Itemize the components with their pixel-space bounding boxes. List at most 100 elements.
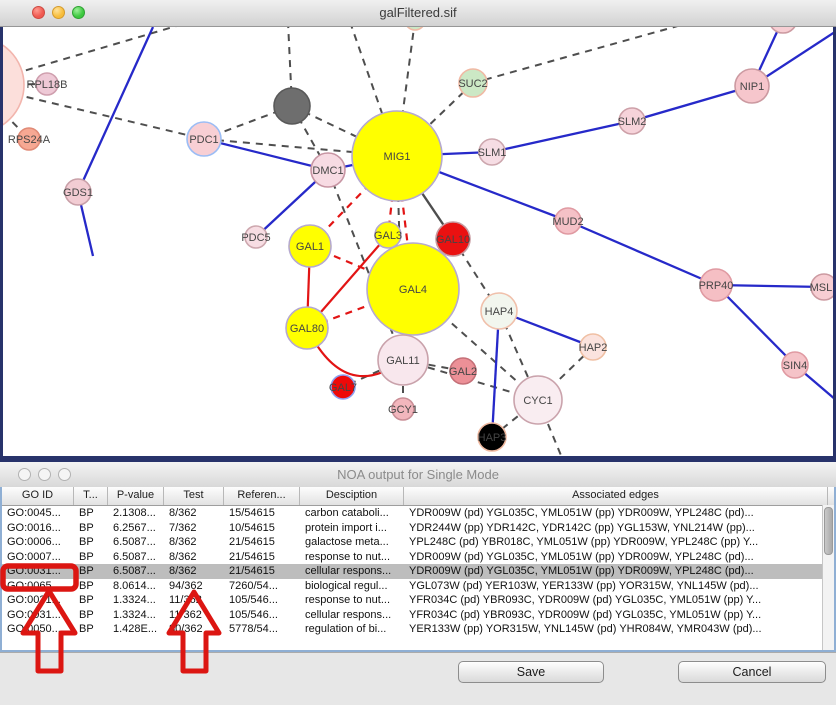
table-cell: carbon cataboli...: [300, 506, 404, 521]
table-cell: 7/362: [164, 521, 224, 536]
graph-node-label: RPL18B: [27, 79, 68, 91]
column-header-desciption[interactable]: Desciption: [300, 487, 404, 505]
table-cell: BP: [74, 521, 108, 536]
table-cell: GO:0031...: [2, 564, 74, 579]
network-window-title: galFiltered.sif: [379, 5, 456, 20]
save-button[interactable]: Save: [458, 661, 604, 683]
table-row[interactable]: GO:0031...BP1.3324...11/362105/546...cel…: [2, 608, 834, 623]
graph-node-label: PRP40: [699, 280, 734, 292]
cancel-button[interactable]: Cancel: [678, 661, 826, 683]
column-header-go-id[interactable]: GO ID: [2, 487, 74, 505]
column-header-p-value[interactable]: P-value: [108, 487, 164, 505]
graph-node-label: GAL1: [296, 241, 324, 253]
table-cell: 8/362: [164, 535, 224, 550]
table-cell: response to nut...: [300, 593, 404, 608]
zoom-button[interactable]: [72, 6, 85, 19]
table-cell: BP: [74, 564, 108, 579]
table-cell: GO:0016...: [2, 521, 74, 536]
graph-node-label: GAL3: [374, 230, 402, 242]
column-header-referen[interactable]: Referen...: [224, 487, 300, 505]
table-cell: 1.3324...: [108, 608, 164, 623]
table-cell: YDR009W (pd) YGL035C, YML051W (pp) YDR00…: [404, 506, 828, 521]
graph-node-label: DMC1: [312, 165, 343, 177]
table-row[interactable]: GO:0045...BP2.1308...8/36215/54615carbon…: [2, 506, 834, 521]
graph-node-label: GAL2: [449, 366, 477, 378]
table-cell: response to nut...: [300, 550, 404, 565]
table-cell: YDR009W (pd) YGL035C, YML051W (pp) YDR00…: [404, 564, 828, 579]
graph-edge: [492, 121, 632, 152]
table-cell: GO:0031...: [2, 608, 74, 623]
table-cell: 94/362: [164, 579, 224, 594]
table-cell: 105/546...: [224, 593, 300, 608]
table-row[interactable]: GO:0016...BP6.2567...7/36210/54615protei…: [2, 521, 834, 536]
graph-node-label: MUD2: [552, 216, 583, 228]
minimize-button-inactive[interactable]: [38, 468, 51, 481]
column-header-associated-edges[interactable]: Associated edges: [404, 487, 828, 505]
table-cell: YFR034C (pd) YBR093C, YDR009W (pd) YGL03…: [404, 608, 828, 623]
noa-window-titlebar[interactable]: NOA output for Single Mode: [0, 462, 836, 488]
table-cell: YFR034C (pd) YBR093C, YDR009W (pd) YGL03…: [404, 593, 828, 608]
table-cell: 21/54615: [224, 535, 300, 550]
table-cell: 21/54615: [224, 564, 300, 579]
table-cell: YDR009W (pd) YGL035C, YML051W (pp) YDR00…: [404, 550, 828, 565]
table-body: GO:0045...BP2.1308...8/36215/54615carbon…: [2, 506, 834, 637]
scrollbar-thumb[interactable]: [824, 507, 833, 555]
graph-node-label: HAP2: [579, 342, 608, 354]
table-row[interactable]: GO:0031...BP1.3324...11/362105/546...res…: [2, 593, 834, 608]
table-cell: YDR244W (pp) YDR142C, YDR142C (pp) YGL15…: [404, 521, 828, 536]
table-row[interactable]: GO:0007...BP6.5087...8/36221/54615respon…: [2, 550, 834, 565]
table-cell: biological regul...: [300, 579, 404, 594]
graph-edge: [0, 27, 190, 85]
table-cell: galactose meta...: [300, 535, 404, 550]
table-cell: 6.5087...: [108, 550, 164, 565]
table-cell: GO:0050...: [2, 622, 74, 637]
table-cell: YER133W (pp) YOR315W, YNL145W (pd) YHR08…: [404, 622, 828, 637]
table-cell: BP: [74, 593, 108, 608]
table-row[interactable]: GO:0006...BP6.5087...8/36221/54615galact…: [2, 535, 834, 550]
graph-edge: [473, 27, 692, 83]
graph-node-label: SUC2: [458, 78, 487, 90]
table-cell: 2.1308...: [108, 506, 164, 521]
table-cell: 7260/54...: [224, 579, 300, 594]
table-cell: 1.3324...: [108, 593, 164, 608]
graph-node-label: SIN4: [783, 360, 807, 372]
network-view-border: [0, 27, 3, 462]
table-cell: GO:0031...: [2, 593, 74, 608]
graph-node-label: GAL7: [329, 382, 357, 394]
table-cell: GO:0006...: [2, 535, 74, 550]
table-cell: regulation of bi...: [300, 622, 404, 637]
table-cell: 6.5087...: [108, 564, 164, 579]
graph-node-gray1[interactable]: [274, 88, 310, 124]
graph-node-bigleft[interactable]: [0, 37, 24, 133]
table-cell: cellular respons...: [300, 608, 404, 623]
minimize-button[interactable]: [52, 6, 65, 19]
column-header-t[interactable]: T...: [74, 487, 108, 505]
graph-node-pinktop[interactable]: [769, 27, 797, 33]
table-cell: GO:0007...: [2, 550, 74, 565]
graph-node-greentop[interactable]: [405, 27, 425, 30]
table-cell: BP: [74, 506, 108, 521]
table-row[interactable]: GO:0031...BP6.5087...8/36221/54615cellul…: [2, 564, 834, 579]
graph-edge: [716, 285, 795, 365]
close-button-inactive[interactable]: [18, 468, 31, 481]
table-cell: protein import i...: [300, 521, 404, 536]
graph-edge: [204, 139, 328, 170]
column-header-test[interactable]: Test: [164, 487, 224, 505]
table-scrollbar[interactable]: [822, 505, 834, 650]
table-cell: YGL073W (pd) YER103W, YER133W (pp) YOR31…: [404, 579, 828, 594]
network-canvas[interactable]: RPL18BRPS24AGDS1PDC1PDC5DMC1MIG1SUC2SLM1…: [0, 27, 836, 462]
graph-node-label: MSL1: [810, 282, 836, 294]
network-window-titlebar[interactable]: galFiltered.sif: [0, 0, 836, 27]
table-row[interactable]: GO:0065...BP8.0614...94/3627260/54...bio…: [2, 579, 834, 594]
noa-window-title: NOA output for Single Mode: [337, 467, 499, 482]
table-row[interactable]: GO:0050...BP1.428E...80/3625778/54...reg…: [2, 622, 834, 637]
graph-node-label: HAP3: [478, 432, 507, 444]
table-cell: 11/362: [164, 593, 224, 608]
close-button[interactable]: [32, 6, 45, 19]
graph-node-label: SLM1: [478, 147, 507, 159]
table-cell: 11/362: [164, 608, 224, 623]
table-cell: 5778/54...: [224, 622, 300, 637]
table-cell: 80/362: [164, 622, 224, 637]
graph-node-label: GCY1: [388, 404, 418, 416]
zoom-button-inactive[interactable]: [58, 468, 71, 481]
